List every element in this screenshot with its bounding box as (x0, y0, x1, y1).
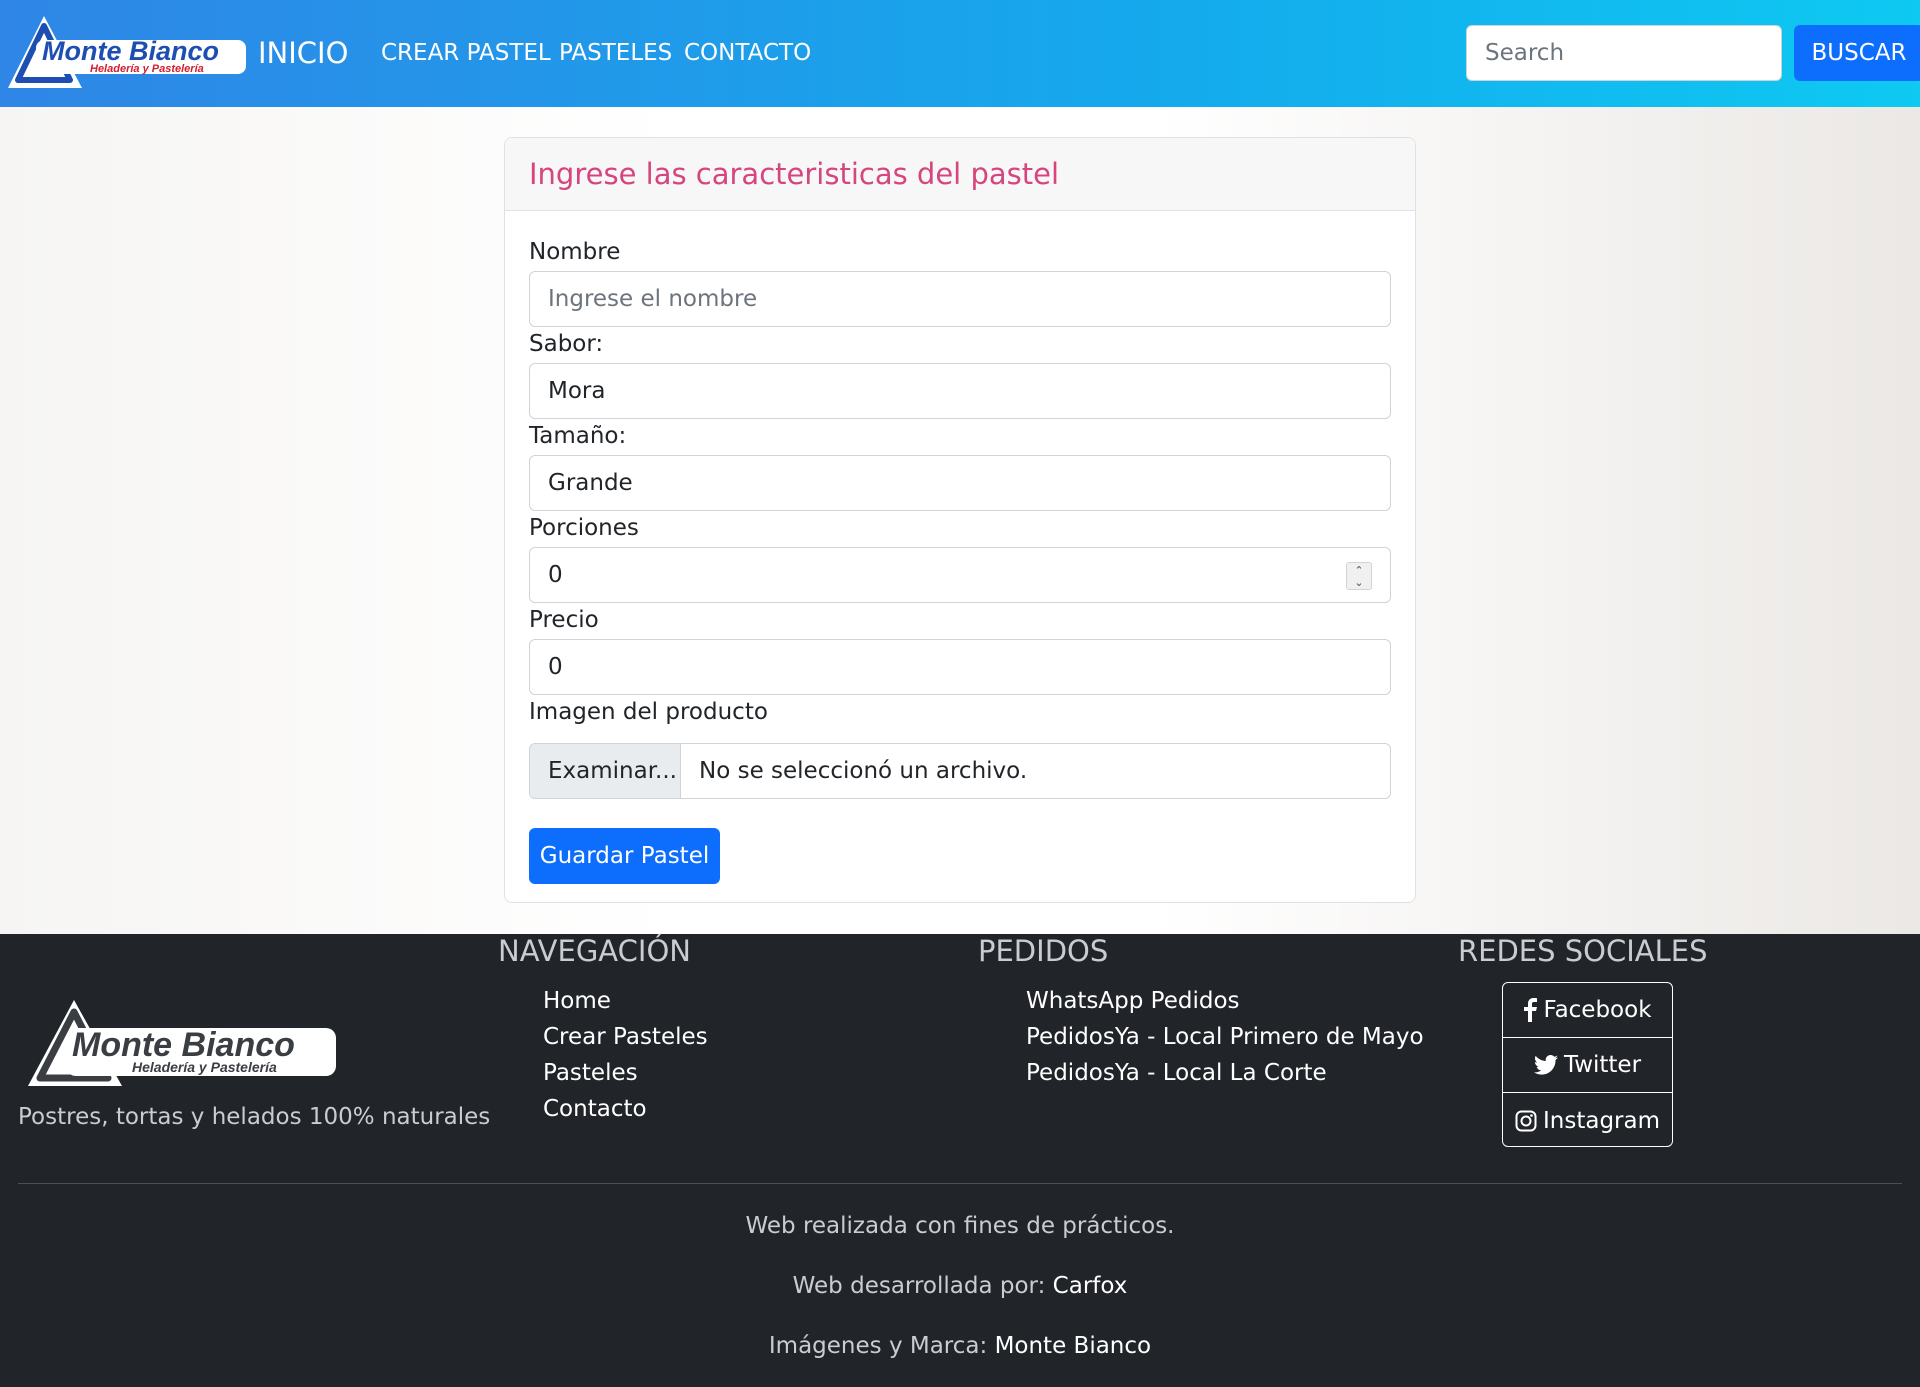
brand-logo[interactable]: Monte Bianco Heladería y Pastelería (6, 14, 249, 90)
footer-social-heading: REDES SOCIALES (1458, 934, 1708, 968)
twitter-label: Twitter (1563, 1052, 1642, 1078)
browse-button[interactable]: Examinar... (530, 744, 681, 798)
footer-nav-heading: NAVEGACIÓN (498, 934, 691, 968)
precio-label: Precio (529, 607, 599, 633)
nombre-input[interactable] (529, 271, 1391, 327)
credit-brand-prefix: Imágenes y Marca: (768, 1333, 988, 1359)
precio-input[interactable]: 0 (529, 639, 1391, 695)
social-links: Facebook Twitter Instagram (1502, 982, 1673, 1147)
sabor-input[interactable]: Mora (529, 363, 1391, 419)
facebook-icon (1524, 998, 1538, 1022)
nav-pasteles-link[interactable]: PASTELES (559, 40, 672, 66)
search-button[interactable]: BUSCAR (1794, 25, 1920, 81)
credit-brand: Imágenes y Marca: Monte Bianco (0, 1333, 1920, 1359)
twitter-link[interactable]: Twitter (1503, 1038, 1672, 1093)
instagram-link[interactable]: Instagram (1503, 1093, 1672, 1146)
search-input[interactable] (1466, 25, 1782, 81)
porciones-value: 0 (548, 562, 563, 588)
porciones-input[interactable]: 0 ⌃ ⌄ (529, 547, 1391, 603)
top-navbar: Monte Bianco Heladería y Pastelería INIC… (0, 0, 1920, 107)
instagram-icon (1515, 1110, 1537, 1131)
monte-bianco-link[interactable]: Monte Bianco (995, 1333, 1152, 1359)
credit-developer: Web desarrollada por: Carfox (0, 1273, 1920, 1299)
twitter-icon (1533, 1055, 1558, 1075)
main-content: Ingrese las caracteristicas del pastel N… (0, 107, 1920, 934)
facebook-link[interactable]: Facebook (1503, 983, 1672, 1038)
whatsapp-orders-link[interactable]: WhatsApp Pedidos (1026, 988, 1240, 1014)
nombre-label: Nombre (529, 239, 621, 265)
number-spinner-icon[interactable]: ⌃ ⌄ (1346, 562, 1372, 590)
footer-tagline: Postres, tortas y helados 100% naturales (18, 1104, 491, 1130)
credit-purpose: Web realizada con fines de prácticos. (745, 1213, 1175, 1239)
porciones-label: Porciones (529, 515, 639, 541)
brand-name: Monte Bianco (42, 36, 219, 66)
nav-crear-pastel-link[interactable]: CREAR PASTEL (381, 40, 551, 66)
create-cake-card: Ingrese las caracteristicas del pastel N… (504, 137, 1416, 903)
nav-contacto-link[interactable]: CONTACTO (684, 40, 811, 66)
instagram-label: Instagram (1542, 1107, 1660, 1134)
pedidosya-primero-de-mayo-link[interactable]: PedidosYa - Local Primero de Mayo (1026, 1024, 1424, 1050)
footer-link-contacto[interactable]: Contacto (543, 1096, 647, 1122)
footer: Monte Bianco Heladería y Pastelería Post… (0, 934, 1920, 1387)
footer-logo: Monte Bianco Heladería y Pastelería (28, 1000, 336, 1086)
imagen-file-input[interactable]: Examinar... No se seleccionó un archivo. (529, 743, 1391, 799)
tamano-input[interactable]: Grande (529, 455, 1391, 511)
save-cake-button[interactable]: Guardar Pastel (529, 828, 720, 884)
facebook-label: Facebook (1543, 997, 1652, 1023)
footer-brand-subtitle: Heladería y Pastelería (132, 1059, 277, 1075)
sabor-label: Sabor: (529, 331, 604, 357)
card-header: Ingrese las caracteristicas del pastel (505, 138, 1415, 211)
credit-developer-prefix: Web desarrollada por: (792, 1273, 1046, 1299)
file-status: No se seleccionó un archivo. (699, 758, 1028, 784)
nav-inicio-link[interactable]: INICIO (258, 36, 348, 70)
footer-link-home[interactable]: Home (543, 988, 611, 1014)
tamano-label: Tamaño: (529, 423, 627, 449)
form-title: Ingrese las caracteristicas del pastel (529, 157, 1060, 191)
footer-orders-heading: PEDIDOS (978, 934, 1109, 968)
pedidosya-la-corte-link[interactable]: PedidosYa - Local La Corte (1026, 1060, 1327, 1086)
brand-subtitle: Heladería y Pastelería (90, 63, 204, 75)
carfox-link[interactable]: Carfox (1053, 1273, 1128, 1299)
footer-divider (18, 1183, 1902, 1184)
footer-link-pasteles[interactable]: Pasteles (543, 1060, 638, 1086)
imagen-label: Imagen del producto (529, 699, 768, 725)
footer-link-crear-pasteles[interactable]: Crear Pasteles (543, 1024, 708, 1050)
